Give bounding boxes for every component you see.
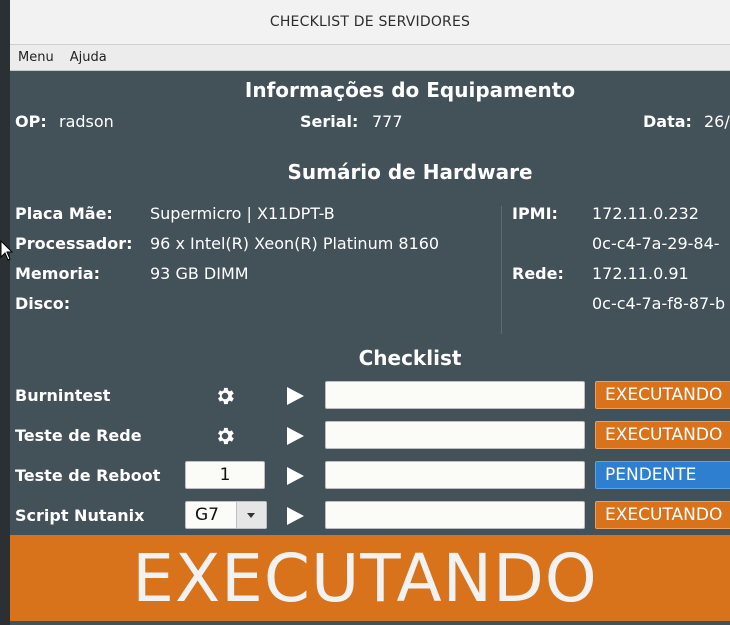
overall-status-text: EXECUTANDO xyxy=(132,539,598,617)
mouse-cursor-icon xyxy=(0,240,14,261)
overall-status-banner: EXECUTANDO xyxy=(10,535,730,621)
memory-value: 93 GB DIMM xyxy=(150,264,249,283)
dropdown-button[interactable] xyxy=(236,502,266,528)
network-ip-value: 172.11.0.91 xyxy=(592,264,689,283)
hardware-heading: Sumário de Hardware xyxy=(287,160,533,184)
chevron-down-icon xyxy=(247,513,255,518)
memory-label: Memoria: xyxy=(15,264,101,283)
network-mac-value: 0c-c4-7a-f8-87-b xyxy=(592,294,726,313)
nutanix-version-select[interactable]: G7 xyxy=(185,501,267,529)
motherboard-value: Supermicro | X11DPT-B xyxy=(150,204,335,223)
network-test-label: Teste de Rede xyxy=(15,426,142,445)
reboot-count-spinner[interactable]: 1 xyxy=(185,461,265,489)
serial-label: Serial: xyxy=(300,112,359,131)
reboot-test-output-field[interactable] xyxy=(325,461,585,489)
op-label: OP: xyxy=(15,112,47,131)
hardware-divider xyxy=(501,206,502,334)
processor-value: 96 x Intel(R) Xeon(R) Platinum 8160 xyxy=(150,234,440,253)
op-value: radson xyxy=(59,112,114,131)
burnintest-label: Burnintest xyxy=(15,386,111,405)
processor-label: Processador: xyxy=(15,234,133,253)
window-title: CHECKLIST DE SERVIDORES xyxy=(269,14,471,30)
network-label: Rede: xyxy=(512,264,564,283)
date-label: Data: xyxy=(643,112,692,131)
play-network-test-icon[interactable] xyxy=(287,427,304,445)
play-nutanix-script-icon[interactable] xyxy=(287,507,304,525)
gear-icon[interactable] xyxy=(214,425,236,447)
checklist-heading: Checklist xyxy=(358,346,462,370)
disk-label: Disco: xyxy=(15,294,71,313)
gear-icon[interactable] xyxy=(214,385,236,407)
nutanix-script-output-field[interactable] xyxy=(325,501,585,529)
main-panel: Informações do Equipamento OP: radson Se… xyxy=(10,71,730,625)
nutanix-version-value: G7 xyxy=(195,505,219,525)
motherboard-label: Placa Mãe: xyxy=(15,204,113,223)
title-bar: CHECKLIST DE SERVIDORES xyxy=(10,0,730,45)
date-value: 26/ xyxy=(704,112,730,131)
menu-item-ajuda[interactable]: Ajuda xyxy=(62,50,115,65)
nutanix-script-status-badge: EXECUTANDO xyxy=(595,501,730,529)
play-burnintest-icon[interactable] xyxy=(287,387,304,405)
reboot-test-label: Teste de Reboot xyxy=(15,466,161,485)
nutanix-script-label: Script Nutanix xyxy=(15,506,145,525)
burnintest-status-badge: EXECUTANDO xyxy=(595,381,730,409)
menu-bar: Menu Ajuda xyxy=(10,45,730,71)
app-window: CHECKLIST DE SERVIDORES Menu Ajuda Infor… xyxy=(0,0,730,625)
serial-value: 777 xyxy=(372,112,403,131)
network-test-status-badge: EXECUTANDO xyxy=(595,421,730,449)
reboot-test-status-badge: PENDENTE xyxy=(595,461,730,489)
ipmi-ip-value: 172.11.0.232 xyxy=(592,204,699,223)
play-reboot-test-icon[interactable] xyxy=(287,467,304,485)
ipmi-label: IPMI: xyxy=(512,204,558,223)
network-test-output-field[interactable] xyxy=(325,421,585,449)
ipmi-mac-value: 0c-c4-7a-29-84- xyxy=(592,234,720,253)
menu-item-menu[interactable]: Menu xyxy=(10,50,62,65)
burnintest-output-field[interactable] xyxy=(325,381,585,409)
equipment-heading: Informações do Equipamento xyxy=(244,78,576,102)
